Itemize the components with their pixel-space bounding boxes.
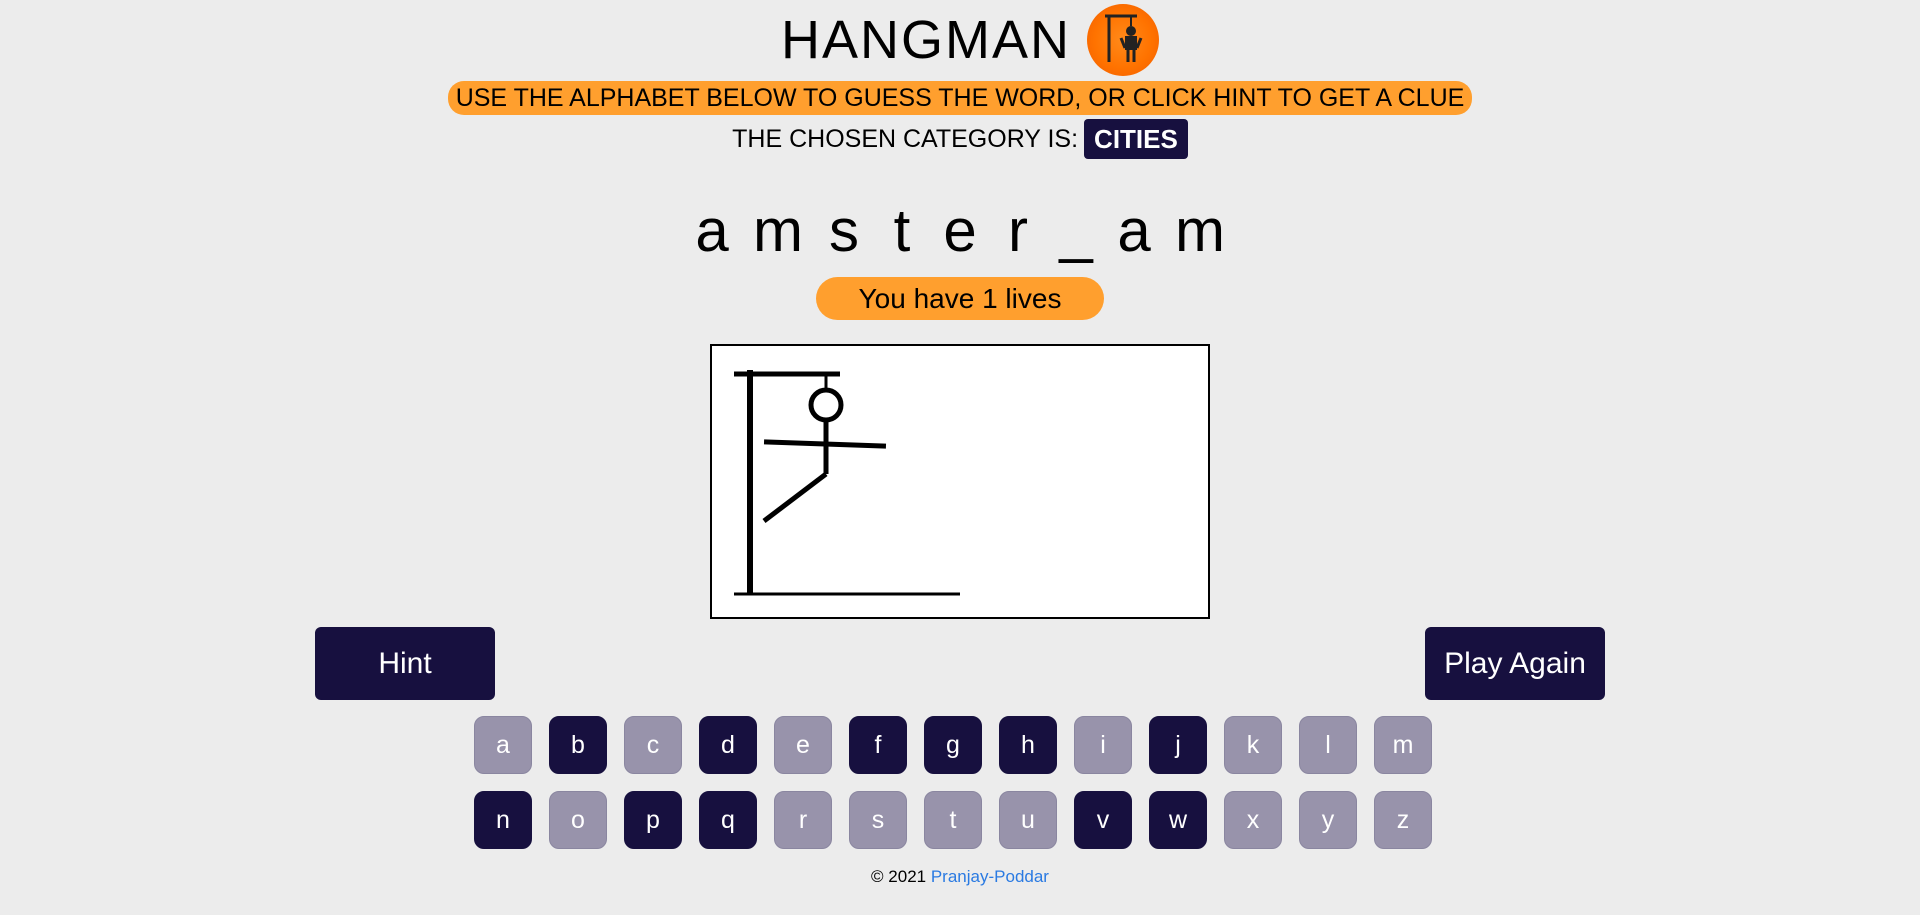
letter-key-c[interactable]: c [624,716,682,774]
letter-key-f[interactable]: f [849,716,907,774]
guess-word: a m s t e r _ a m [0,196,1920,266]
hangman-drawing [734,370,960,596]
letter-key-d[interactable]: d [699,716,757,774]
letter-key-k[interactable]: k [1224,716,1282,774]
letter-key-x[interactable]: x [1224,791,1282,849]
word-letter: r [1008,197,1028,264]
letter-key-l[interactable]: l [1299,716,1357,774]
letter-key-m[interactable]: m [1374,716,1432,774]
keyboard-row-2: nopqrstuvwxyz [474,791,1432,849]
letter-key-a[interactable]: a [474,716,532,774]
lives-counter: You have 1 lives [816,277,1104,320]
letter-key-u[interactable]: u [999,791,1057,849]
letter-key-s[interactable]: s [849,791,907,849]
letter-key-g[interactable]: g [924,716,982,774]
category-label: THE CHOSEN CATEGORY IS: [732,124,1079,153]
letter-key-q[interactable]: q [699,791,757,849]
instructions-container: USE THE ALPHABET BELOW TO GUESS THE WORD… [0,81,1920,115]
letter-key-t[interactable]: t [924,791,982,849]
word-letter: e [943,197,977,264]
word-letter: m [753,197,803,264]
hangman-left-leg [762,472,828,523]
category-badge: CITIES [1084,119,1188,159]
author-link[interactable]: Pranjay-Poddar [931,867,1049,886]
word-letter: a [1117,197,1151,264]
word-letter: m [1175,197,1225,264]
letter-key-o[interactable]: o [549,791,607,849]
footer: © 2021 Pranjay-Poddar [0,866,1920,888]
hangman-page: HANGMAN USE THE ALPHABET BELOW TO GUESS … [0,0,1920,915]
letter-key-n[interactable]: n [474,791,532,849]
copyright-text: © 2021 [871,867,927,886]
letter-key-i[interactable]: i [1074,716,1132,774]
play-again-button[interactable]: Play Again [1425,627,1605,700]
letter-key-p[interactable]: p [624,791,682,849]
hangman-arms [763,439,887,449]
letter-key-r[interactable]: r [774,791,832,849]
page-title: HANGMAN [780,10,1071,70]
letter-key-w[interactable]: w [1149,791,1207,849]
keyboard-row-1: abcdefghijklm [474,716,1432,774]
hangman-head [808,387,844,423]
word-letter: t [893,197,911,264]
letter-key-z[interactable]: z [1374,791,1432,849]
letter-key-e[interactable]: e [774,716,832,774]
letter-key-v[interactable]: v [1074,791,1132,849]
word-letter: s [829,197,859,264]
gallows-icon [1105,14,1143,62]
category-row: THE CHOSEN CATEGORY IS: CITIES [0,119,1920,159]
word-letter: _ [1059,197,1093,264]
lives-container: You have 1 lives [0,277,1920,320]
letter-key-h[interactable]: h [999,716,1057,774]
letter-key-b[interactable]: b [549,716,607,774]
instructions-banner: USE THE ALPHABET BELOW TO GUESS THE WORD… [447,81,1473,115]
hangman-canvas [710,344,1210,619]
word-letter: a [695,197,729,264]
hint-button[interactable]: Hint [315,627,495,700]
hangman-logo-icon [1087,4,1159,76]
letter-key-j[interactable]: j [1149,716,1207,774]
header: HANGMAN [0,4,1920,76]
letter-key-y[interactable]: y [1299,791,1357,849]
